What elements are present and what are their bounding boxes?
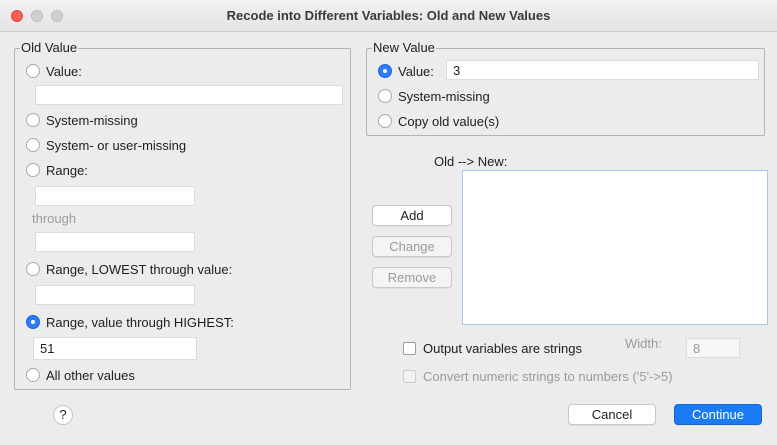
radio-icon bbox=[378, 89, 392, 103]
cancel-button[interactable]: Cancel bbox=[568, 404, 656, 425]
width-input[interactable]: 8 bbox=[686, 338, 740, 358]
new-system-missing-label: System-missing bbox=[398, 88, 490, 104]
remove-button[interactable]: Remove bbox=[372, 267, 452, 288]
old-range-label: Range: bbox=[46, 162, 88, 178]
old-value-input[interactable] bbox=[35, 85, 343, 105]
convert-numeric-label: Convert numeric strings to numbers ('5'-… bbox=[423, 368, 673, 384]
old-all-other-label: All other values bbox=[46, 367, 135, 383]
old-system-user-missing-label: System- or user-missing bbox=[46, 137, 187, 153]
help-button[interactable]: ? bbox=[53, 405, 73, 425]
through-label: through bbox=[32, 211, 77, 226]
old-range-lowest-radio[interactable]: Range, LOWEST through value: bbox=[26, 260, 232, 278]
old-range-to-input[interactable] bbox=[35, 232, 195, 252]
checkbox-icon bbox=[403, 341, 416, 355]
old-system-missing-label: System-missing bbox=[46, 112, 138, 128]
radio-icon bbox=[26, 163, 40, 177]
radio-icon bbox=[26, 368, 40, 382]
radio-icon bbox=[26, 262, 40, 276]
change-button[interactable]: Change bbox=[372, 236, 452, 257]
old-range-highest-label: Range, value through HIGHEST: bbox=[46, 314, 234, 330]
new-value-radio[interactable]: Value: bbox=[378, 62, 434, 80]
old-range-radio[interactable]: Range: bbox=[26, 161, 88, 179]
radio-icon bbox=[378, 114, 392, 128]
old-value-radio[interactable]: Value: bbox=[26, 62, 82, 80]
radio-icon bbox=[26, 138, 40, 152]
title-bar: Recode into Different Variables: Old and… bbox=[0, 0, 777, 32]
width-label: Width: bbox=[625, 336, 662, 351]
old-value-legend: Old Value bbox=[20, 40, 79, 55]
new-value-legend: New Value bbox=[372, 40, 436, 55]
convert-numeric-checkbox[interactable]: Convert numeric strings to numbers ('5'-… bbox=[403, 367, 673, 385]
old-new-label: Old --> New: bbox=[434, 154, 508, 169]
old-range-highest-radio[interactable]: Range, value through HIGHEST: bbox=[26, 313, 234, 331]
radio-selected-icon bbox=[378, 64, 392, 78]
add-button[interactable]: Add bbox=[372, 205, 452, 226]
radio-selected-icon bbox=[26, 315, 40, 329]
copy-old-label: Copy old value(s) bbox=[398, 113, 500, 129]
copy-old-radio[interactable]: Copy old value(s) bbox=[378, 112, 499, 130]
old-all-other-radio[interactable]: All other values bbox=[26, 366, 135, 384]
radio-icon bbox=[26, 113, 40, 127]
checkbox-icon bbox=[403, 369, 416, 383]
old-system-missing-radio[interactable]: System-missing bbox=[26, 111, 138, 129]
radio-icon bbox=[26, 64, 40, 78]
old-value-label: Value: bbox=[46, 63, 82, 79]
window-title: Recode into Different Variables: Old and… bbox=[226, 8, 551, 23]
old-range-highest-input[interactable]: 51 bbox=[33, 337, 197, 360]
old-range-lowest-label: Range, LOWEST through value: bbox=[46, 261, 233, 277]
output-strings-checkbox[interactable]: Output variables are strings bbox=[403, 339, 582, 357]
old-range-from-input[interactable] bbox=[35, 186, 195, 206]
old-range-lowest-input[interactable] bbox=[35, 285, 195, 305]
old-system-user-missing-radio[interactable]: System- or user-missing bbox=[26, 136, 186, 154]
output-strings-label: Output variables are strings bbox=[423, 340, 582, 356]
new-system-missing-radio[interactable]: System-missing bbox=[378, 87, 490, 105]
new-value-input[interactable]: 3 bbox=[446, 60, 759, 80]
continue-button[interactable]: Continue bbox=[674, 404, 762, 425]
new-value-label: Value: bbox=[398, 63, 434, 79]
old-new-list[interactable] bbox=[462, 170, 768, 325]
